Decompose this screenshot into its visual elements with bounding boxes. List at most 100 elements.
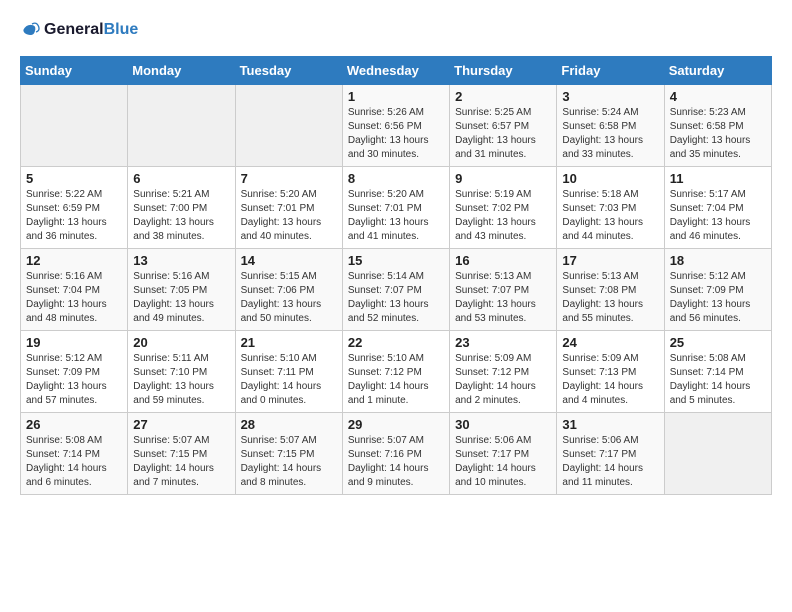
day-number: 20 [133,335,229,350]
calendar-cell: 27 Sunrise: 5:07 AM Sunset: 7:15 PM Dayli… [128,413,235,495]
day-info: Sunrise: 5:21 AM Sunset: 7:00 PM Dayligh… [133,188,229,244]
day-number: 15 [348,253,444,268]
day-number: 11 [670,171,766,186]
day-info: Sunrise: 5:16 AM Sunset: 7:05 PM Dayligh… [133,270,229,326]
day-info: Sunrise: 5:20 AM Sunset: 7:01 PM Dayligh… [348,188,444,244]
weekday-header: Thursday [450,57,557,85]
calendar-cell: 30 Sunrise: 5:06 AM Sunset: 7:17 PM Dayli… [450,413,557,495]
day-number: 22 [348,335,444,350]
weekday-header: Monday [128,57,235,85]
day-info: Sunrise: 5:15 AM Sunset: 7:06 PM Dayligh… [241,270,337,326]
calendar-cell: 21 Sunrise: 5:10 AM Sunset: 7:11 PM Dayli… [235,331,342,413]
day-number: 16 [455,253,551,268]
day-info: Sunrise: 5:24 AM Sunset: 6:58 PM Dayligh… [562,106,658,162]
calendar-cell: 10 Sunrise: 5:18 AM Sunset: 7:03 PM Dayli… [557,167,664,249]
calendar-cell: 22 Sunrise: 5:10 AM Sunset: 7:12 PM Dayli… [342,331,449,413]
calendar-cell: 16 Sunrise: 5:13 AM Sunset: 7:07 PM Dayli… [450,249,557,331]
day-number: 30 [455,417,551,432]
weekday-header-row: SundayMondayTuesdayWednesdayThursdayFrid… [21,57,772,85]
day-info: Sunrise: 5:06 AM Sunset: 7:17 PM Dayligh… [455,434,551,490]
day-number: 25 [670,335,766,350]
calendar-cell: 12Sunrise: 5:16 AM Sunset: 7:04 PM Dayli… [21,249,128,331]
calendar-cell: 19 Sunrise: 5:12 AM Sunset: 7:09 PM Dayli… [21,331,128,413]
day-number: 10 [562,171,658,186]
day-info: Sunrise: 5:25 AM Sunset: 6:57 PM Dayligh… [455,106,551,162]
day-info: Sunrise: 5:07 AM Sunset: 7:16 PM Dayligh… [348,434,444,490]
day-number: 14 [241,253,337,268]
day-info: Sunrise: 5:22 AM Sunset: 6:59 PM Dayligh… [26,188,122,244]
day-number: 24 [562,335,658,350]
day-info: Sunrise: 5:08 AM Sunset: 7:14 PM Dayligh… [670,352,766,408]
day-number: 8 [348,171,444,186]
day-number: 1 [348,89,444,104]
day-info: Sunrise: 5:09 AM Sunset: 7:13 PM Dayligh… [562,352,658,408]
day-number: 21 [241,335,337,350]
day-info: Sunrise: 5:17 AM Sunset: 7:04 PM Dayligh… [670,188,766,244]
day-info: Sunrise: 5:16 AM Sunset: 7:04 PM Dayligh… [26,270,122,326]
day-number: 17 [562,253,658,268]
weekday-header: Friday [557,57,664,85]
calendar-cell: 20 Sunrise: 5:11 AM Sunset: 7:10 PM Dayli… [128,331,235,413]
day-number: 6 [133,171,229,186]
calendar-cell: 28 Sunrise: 5:07 AM Sunset: 7:15 PM Dayli… [235,413,342,495]
calendar-cell: 7 Sunrise: 5:20 AM Sunset: 7:01 PM Daylig… [235,167,342,249]
day-number: 28 [241,417,337,432]
calendar-cell: 18Sunrise: 5:12 AM Sunset: 7:09 PM Dayli… [664,249,771,331]
calendar-cell: 9 Sunrise: 5:19 AM Sunset: 7:02 PM Daylig… [450,167,557,249]
logo-text: GeneralBlue [44,21,138,39]
calendar-week-row: 5 Sunrise: 5:22 AM Sunset: 6:59 PM Daylig… [21,167,772,249]
calendar-cell: 2 Sunrise: 5:25 AM Sunset: 6:57 PM Daylig… [450,85,557,167]
calendar-cell: 8 Sunrise: 5:20 AM Sunset: 7:01 PM Daylig… [342,167,449,249]
day-number: 26 [26,417,122,432]
day-info: Sunrise: 5:07 AM Sunset: 7:15 PM Dayligh… [241,434,337,490]
day-number: 23 [455,335,551,350]
day-info: Sunrise: 5:10 AM Sunset: 7:12 PM Dayligh… [348,352,444,408]
calendar-cell: 5 Sunrise: 5:22 AM Sunset: 6:59 PM Daylig… [21,167,128,249]
calendar-cell: 11 Sunrise: 5:17 AM Sunset: 7:04 PM Dayli… [664,167,771,249]
day-info: Sunrise: 5:10 AM Sunset: 7:11 PM Dayligh… [241,352,337,408]
calendar-cell: 23 Sunrise: 5:09 AM Sunset: 7:12 PM Dayli… [450,331,557,413]
calendar-week-row: 1 Sunrise: 5:26 AM Sunset: 6:56 PM Daylig… [21,85,772,167]
weekday-header: Wednesday [342,57,449,85]
day-number: 7 [241,171,337,186]
weekday-header: Saturday [664,57,771,85]
calendar-cell: 6 Sunrise: 5:21 AM Sunset: 7:00 PM Daylig… [128,167,235,249]
calendar-cell: 1 Sunrise: 5:26 AM Sunset: 6:56 PM Daylig… [342,85,449,167]
weekday-header: Tuesday [235,57,342,85]
day-info: Sunrise: 5:20 AM Sunset: 7:01 PM Dayligh… [241,188,337,244]
calendar-cell: 3 Sunrise: 5:24 AM Sunset: 6:58 PM Daylig… [557,85,664,167]
day-info: Sunrise: 5:12 AM Sunset: 7:09 PM Dayligh… [26,352,122,408]
day-info: Sunrise: 5:11 AM Sunset: 7:10 PM Dayligh… [133,352,229,408]
calendar-cell: 26Sunrise: 5:08 AM Sunset: 7:14 PM Dayli… [21,413,128,495]
day-info: Sunrise: 5:14 AM Sunset: 7:07 PM Dayligh… [348,270,444,326]
day-number: 19 [26,335,122,350]
calendar-cell: 15 Sunrise: 5:14 AM Sunset: 7:07 PM Dayli… [342,249,449,331]
calendar-cell [664,413,771,495]
day-info: Sunrise: 5:26 AM Sunset: 6:56 PM Dayligh… [348,106,444,162]
day-info: Sunrise: 5:13 AM Sunset: 7:07 PM Dayligh… [455,270,551,326]
weekday-header: Sunday [21,57,128,85]
day-number: 3 [562,89,658,104]
calendar-cell: 14 Sunrise: 5:15 AM Sunset: 7:06 PM Dayli… [235,249,342,331]
calendar-table: SundayMondayTuesdayWednesdayThursdayFrid… [20,56,772,495]
calendar-cell: 17Sunrise: 5:13 AM Sunset: 7:08 PM Dayli… [557,249,664,331]
day-number: 13 [133,253,229,268]
calendar-week-row: 12Sunrise: 5:16 AM Sunset: 7:04 PM Dayli… [21,249,772,331]
day-info: Sunrise: 5:23 AM Sunset: 6:58 PM Dayligh… [670,106,766,162]
logo-icon [20,20,40,40]
day-info: Sunrise: 5:18 AM Sunset: 7:03 PM Dayligh… [562,188,658,244]
calendar-cell: 24 Sunrise: 5:09 AM Sunset: 7:13 PM Dayli… [557,331,664,413]
day-number: 9 [455,171,551,186]
day-info: Sunrise: 5:09 AM Sunset: 7:12 PM Dayligh… [455,352,551,408]
day-number: 31 [562,417,658,432]
day-number: 29 [348,417,444,432]
day-number: 27 [133,417,229,432]
calendar-cell [21,85,128,167]
day-info: Sunrise: 5:07 AM Sunset: 7:15 PM Dayligh… [133,434,229,490]
calendar-cell: 29 Sunrise: 5:07 AM Sunset: 7:16 PM Dayli… [342,413,449,495]
day-number: 5 [26,171,122,186]
calendar-cell: 25 Sunrise: 5:08 AM Sunset: 7:14 PM Dayli… [664,331,771,413]
calendar-cell: 4Sunrise: 5:23 AM Sunset: 6:58 PM Daylig… [664,85,771,167]
day-info: Sunrise: 5:19 AM Sunset: 7:02 PM Dayligh… [455,188,551,244]
day-number: 2 [455,89,551,104]
